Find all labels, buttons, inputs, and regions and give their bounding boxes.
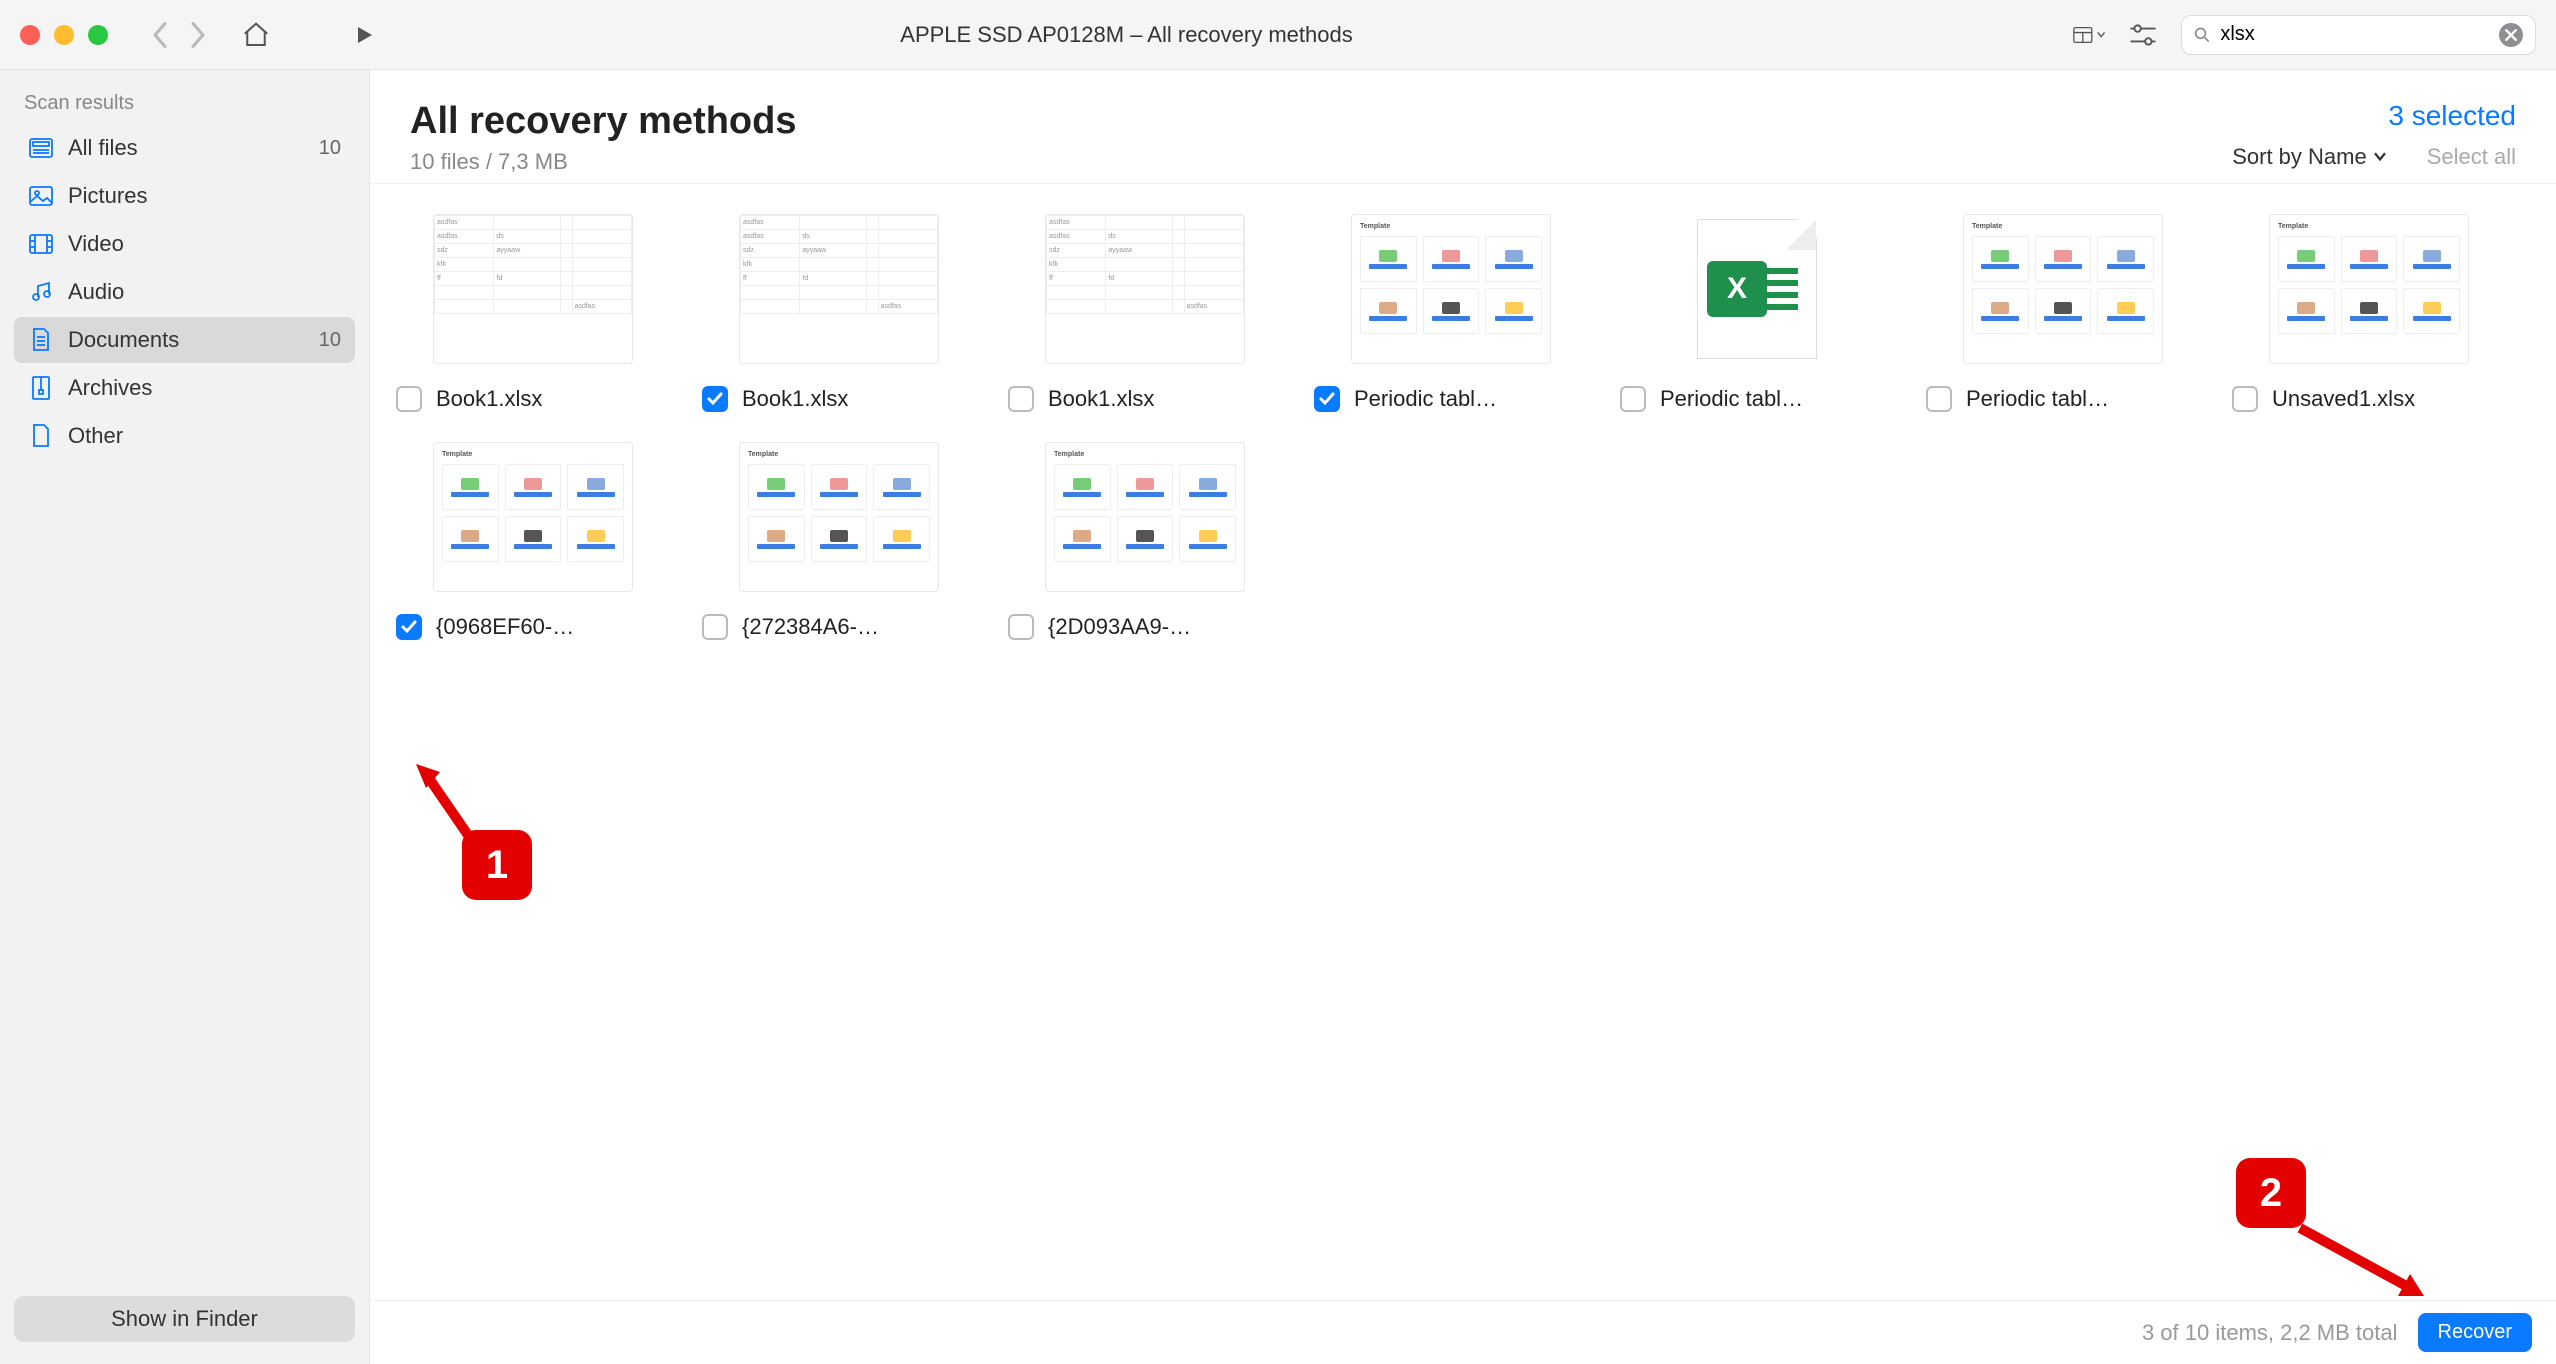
content-footer: 3 of 10 items, 2,2 MB total Recover (370, 1300, 2556, 1364)
pictures-icon (28, 183, 54, 209)
view-mode-dropdown[interactable] (2073, 19, 2105, 51)
close-window-button[interactable] (20, 25, 40, 45)
sidebar-item-label: Archives (68, 375, 152, 401)
clear-search-button[interactable] (2499, 23, 2523, 47)
file-name: {0968EF60-… (436, 614, 670, 640)
sidebar-item-label: Documents (68, 327, 179, 353)
maximize-window-button[interactable] (88, 25, 108, 45)
file-name: Unsaved1.xlsx (2272, 386, 2506, 412)
filter-settings-button[interactable] (2127, 19, 2159, 51)
file-checkbox[interactable] (2232, 386, 2258, 412)
file-checkbox[interactable] (1008, 614, 1034, 640)
file-name: Periodic tabl… (1966, 386, 2200, 412)
file-name: Book1.xlsx (742, 386, 976, 412)
file-thumbnail[interactable]: X (1657, 214, 1857, 364)
callout-1: 1 (462, 830, 532, 900)
chevron-down-icon (2373, 152, 2387, 162)
sidebar-item-count: 10 (319, 137, 341, 160)
show-in-finder-button[interactable]: Show in Finder (14, 1296, 355, 1342)
select-all-button[interactable]: Select all (2427, 144, 2516, 170)
page-subtitle: 10 files / 7,3 MB (410, 149, 796, 175)
callout-2-arrow (2290, 1218, 2440, 1308)
sidebar-item-count: 10 (319, 329, 341, 352)
file-thumbnail[interactable]: Template (1963, 214, 2163, 364)
file-tile[interactable]: asdfas asdfasds sdzayyaaw kfk fffd asdfa… (992, 204, 1298, 432)
sidebar-item-label: All files (68, 135, 138, 161)
archives-icon (28, 375, 54, 401)
search-icon (2194, 25, 2210, 45)
sidebar-item-pictures[interactable]: Pictures (14, 173, 355, 219)
file-checkbox[interactable] (1926, 386, 1952, 412)
title-bar: APPLE SSD AP0128M – All recovery methods (0, 0, 2556, 70)
video-icon (28, 231, 54, 257)
recover-button[interactable]: Recover (2418, 1313, 2532, 1352)
all-files-icon (28, 135, 54, 161)
forward-button[interactable] (182, 19, 214, 51)
file-grid: asdfas asdfasds sdzayyaaw kfk fffd asdfa… (370, 184, 2556, 1300)
file-checkbox[interactable] (396, 386, 422, 412)
file-name: {2D093AA9-… (1048, 614, 1282, 640)
selected-count: 3 selected (2232, 100, 2516, 132)
file-tile[interactable]: Template {272384A6-… (686, 432, 992, 660)
file-tile[interactable]: Template Unsaved1.xlsx (2216, 204, 2522, 432)
traffic-lights (20, 25, 108, 45)
sidebar-item-documents[interactable]: Documents 10 (14, 317, 355, 363)
content-header: All recovery methods 10 files / 7,3 MB 3… (370, 70, 2556, 184)
window-title: APPLE SSD AP0128M – All recovery methods (396, 22, 1857, 48)
callout-2: 2 (2236, 1158, 2306, 1228)
sidebar-item-other[interactable]: Other (14, 413, 355, 459)
back-button[interactable] (144, 19, 176, 51)
sidebar-item-label: Other (68, 423, 123, 449)
sidebar-header: Scan results (14, 92, 355, 125)
search-box[interactable] (2181, 15, 2536, 55)
sidebar-item-video[interactable]: Video (14, 221, 355, 267)
file-thumbnail[interactable]: Template (1351, 214, 1551, 364)
file-thumbnail[interactable]: asdfas asdfasds sdzayyaaw kfk fffd asdfa… (1045, 214, 1245, 364)
page-title: All recovery methods (410, 100, 796, 143)
footer-summary: 3 of 10 items, 2,2 MB total (2142, 1320, 2398, 1346)
file-thumbnail[interactable]: Template (2269, 214, 2469, 364)
file-name: Periodic tabl… (1354, 386, 1588, 412)
sidebar-item-audio[interactable]: Audio (14, 269, 355, 315)
file-checkbox[interactable] (1008, 386, 1034, 412)
file-name: Book1.xlsx (1048, 386, 1282, 412)
minimize-window-button[interactable] (54, 25, 74, 45)
file-tile[interactable]: asdfas asdfasds sdzayyaaw kfk fffd asdfa… (380, 204, 686, 432)
file-thumbnail[interactable]: Template (433, 442, 633, 592)
file-tile[interactable]: asdfas asdfasds sdzayyaaw kfk fffd asdfa… (686, 204, 992, 432)
sidebar-item-label: Pictures (68, 183, 147, 209)
sidebar-item-label: Audio (68, 279, 124, 305)
home-button[interactable] (240, 19, 272, 51)
file-tile[interactable]: X Periodic tabl… (1604, 204, 1910, 432)
file-checkbox[interactable] (396, 614, 422, 640)
sidebar: Scan results All files 10 Pictures Video… (0, 70, 370, 1364)
file-checkbox[interactable] (702, 386, 728, 412)
file-checkbox[interactable] (1314, 386, 1340, 412)
file-name: {272384A6-… (742, 614, 976, 640)
sidebar-item-all-files[interactable]: All files 10 (14, 125, 355, 171)
other-icon (28, 423, 54, 449)
file-tile[interactable]: Template {2D093AA9-… (992, 432, 1298, 660)
audio-icon (28, 279, 54, 305)
documents-icon (28, 327, 54, 353)
play-button[interactable] (348, 19, 380, 51)
file-tile[interactable]: Template Periodic tabl… (1910, 204, 2216, 432)
file-thumbnail[interactable]: Template (739, 442, 939, 592)
file-checkbox[interactable] (702, 614, 728, 640)
search-input[interactable] (2220, 23, 2489, 46)
file-tile[interactable]: Template {0968EF60-… (380, 432, 686, 660)
file-thumbnail[interactable]: asdfas asdfasds sdzayyaaw kfk fffd asdfa… (739, 214, 939, 364)
sort-button[interactable]: Sort by Name (2232, 144, 2387, 170)
nav-arrows (144, 19, 214, 51)
file-tile[interactable]: Template Periodic tabl… (1298, 204, 1604, 432)
sidebar-item-label: Video (68, 231, 124, 257)
sidebar-item-archives[interactable]: Archives (14, 365, 355, 411)
file-checkbox[interactable] (1620, 386, 1646, 412)
file-name: Book1.xlsx (436, 386, 670, 412)
file-thumbnail[interactable]: Template (1045, 442, 1245, 592)
file-thumbnail[interactable]: asdfas asdfasds sdzayyaaw kfk fffd asdfa… (433, 214, 633, 364)
content-area: All recovery methods 10 files / 7,3 MB 3… (370, 70, 2556, 1364)
file-name: Periodic tabl… (1660, 386, 1894, 412)
